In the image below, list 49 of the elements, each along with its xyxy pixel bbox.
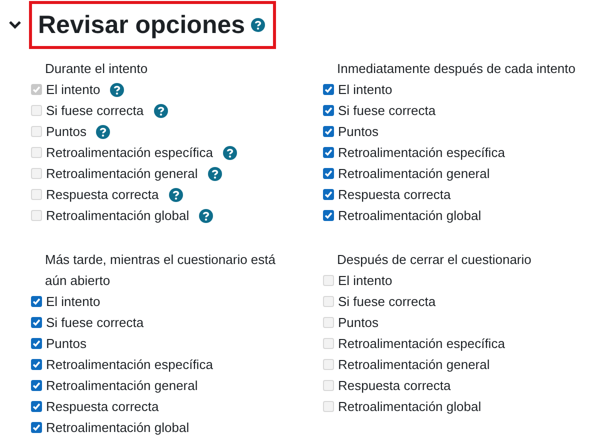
checkbox[interactable] [31,296,42,307]
checkbox[interactable] [323,147,334,158]
option-label: Retroalimentación específica [338,144,505,162]
checkbox[interactable] [31,380,42,391]
section-title: Revisar opciones [38,12,246,38]
option-label: El intento [338,272,392,290]
option-label: Si fuese correcta [338,292,436,311]
option-label: Retroalimentación global [46,418,190,437]
option-label: Si fuese correcta [46,314,144,332]
option-label: Puntos [46,334,86,353]
option-label: Retroalimentación global [46,206,190,225]
option-label: Puntos [46,122,86,141]
checkbox[interactable] [31,401,42,412]
checkbox[interactable] [31,422,42,433]
option-label: Si fuese correcta [46,102,144,120]
help-icon[interactable] [251,18,266,32]
checkbox[interactable] [323,105,334,116]
checkbox[interactable] [323,126,334,137]
option-label: Respuesta correcta [46,186,159,204]
chevron-icon[interactable] [8,20,22,30]
option-label: Retroalimentación global [338,398,482,416]
checkbox[interactable] [323,210,334,221]
option-label: Retroalimentación general [46,164,198,183]
option-label: El intento [338,80,392,99]
option-label: Retroalimentación específica [338,334,505,353]
option-label: Respuesta correcta [338,186,451,204]
option-label: Respuesta correcta [46,398,159,416]
option-label: Puntos [338,122,378,141]
option-label: El intento [46,80,100,99]
group-heading: Durante el intento [44,60,149,78]
checkbox[interactable] [31,317,42,328]
option-label: Respuesta correcta [338,376,451,395]
checkbox[interactable] [31,359,42,370]
option-label: Retroalimentación general [338,356,490,374]
checkbox[interactable] [323,189,334,200]
checkbox[interactable] [323,168,334,179]
group-heading: Más tarde, mientras el cuestionario está aún abierto [44,251,276,290]
checkbox[interactable] [323,84,334,95]
option-label: Retroalimentación específica [46,144,213,162]
option-label: Retroalimentación general [338,164,490,183]
checkbox[interactable] [31,338,42,349]
option-label: Si fuese correcta [338,102,436,120]
option-label: Retroalimentación específica [46,356,213,374]
group-heading: Inmediatamente después de cada intento [336,60,577,78]
option-label: Retroalimentación general [46,376,198,395]
option-label: Retroalimentación global [338,206,482,225]
option-label: El intento [46,292,100,311]
option-label: Puntos [338,314,378,332]
group-heading: Después de cerrar el cuestionario [336,251,532,269]
